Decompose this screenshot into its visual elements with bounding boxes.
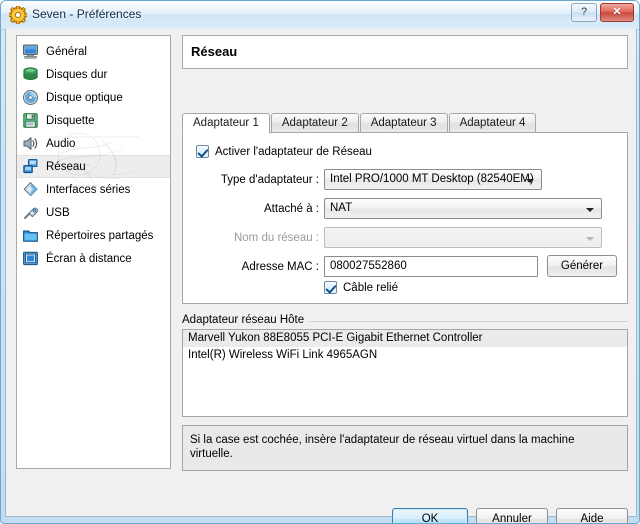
list-item[interactable]: Marvell Yukon 88E8055 PCI-E Gigabit Ethe…	[183, 330, 627, 347]
mac-address-input[interactable]: 080027552860	[324, 256, 538, 277]
chevron-down-icon	[526, 179, 534, 183]
network-name-combo	[324, 227, 602, 248]
adapter-1-panel: Activer l'adaptateur de Réseau Type d'ad…	[182, 132, 628, 304]
sidebar-item-label: Écran à distance	[46, 252, 132, 265]
sidebar-item-optical-disk[interactable]: Disque optique	[17, 86, 170, 109]
sidebar-item-usb[interactable]: USB	[17, 201, 170, 224]
cable-connected-checkbox[interactable]	[324, 281, 337, 294]
cancel-button[interactable]: Annuler	[476, 508, 548, 523]
sidebar-watermark-image	[49, 124, 141, 202]
preferences-window: Seven - Préférences ? ✕ Général Disques …	[0, 0, 640, 524]
sidebar-item-hard-disks[interactable]: Disques dur	[17, 63, 170, 86]
help-hint-box: Si la case est cochée, insère l'adaptate…	[182, 425, 628, 471]
help-hint-text: Si la case est cochée, insère l'adaptate…	[190, 434, 575, 460]
settings-category-list[interactable]: Général Disques dur Disque optique Disqu…	[16, 35, 171, 469]
enable-adapter-checkbox-row[interactable]: Activer l'adaptateur de Réseau	[196, 145, 372, 158]
list-item[interactable]: Intel(R) Wireless WiFi Link 4965AGN	[183, 347, 627, 364]
close-icon[interactable]: ✕	[600, 3, 634, 22]
enable-adapter-label: Activer l'adaptateur de Réseau	[215, 145, 372, 158]
cable-connected-checkbox-row[interactable]: Câble relié	[324, 281, 398, 294]
chevron-down-icon	[586, 208, 594, 212]
help-button[interactable]: Aide	[556, 508, 628, 523]
floppy-icon	[22, 112, 39, 129]
page-header-box: Réseau	[182, 35, 628, 69]
adapter-type-value: Intel PRO/1000 MT Desktop (82540EM)	[330, 173, 534, 185]
attached-to-label: Attaché à :	[264, 203, 319, 215]
adapter-type-combo[interactable]: Intel PRO/1000 MT Desktop (82540EM)	[324, 169, 542, 190]
sidebar-item-label: Répertoires partagés	[46, 229, 154, 242]
sidebar-item-label: Disque optique	[46, 91, 123, 104]
host-network-adapter-group: Adaptateur réseau Hôte Marvell Yukon 88E…	[182, 314, 628, 417]
sidebar-item-label: Général	[46, 45, 87, 58]
harddisk-icon	[22, 66, 39, 83]
host-adapter-group-legend: Adaptateur réseau Hôte	[182, 314, 310, 326]
tab-adapter-2[interactable]: Adaptateur 2	[270, 113, 359, 133]
sidebar-item-remote-display[interactable]: Écran à distance	[17, 247, 170, 270]
chevron-down-icon	[586, 237, 594, 241]
page-title: Réseau	[191, 44, 238, 59]
gear-icon	[8, 5, 28, 25]
generate-mac-button[interactable]: Générer	[547, 255, 617, 277]
window-title: Seven - Préférences	[32, 7, 142, 21]
host-adapter-list[interactable]: Marvell Yukon 88E8055 PCI-E Gigabit Ethe…	[182, 329, 628, 417]
title-bar: Seven - Préférences ? ✕	[1, 1, 639, 30]
serial-port-icon	[22, 181, 39, 198]
enable-adapter-checkbox[interactable]	[196, 145, 209, 158]
attached-to-combo[interactable]: NAT	[324, 198, 602, 219]
tab-adapter-4[interactable]: Adaptateur 4	[448, 113, 537, 133]
help-caption-button[interactable]: ?	[571, 3, 597, 22]
sidebar-item-shared-folders[interactable]: Répertoires partagés	[17, 224, 170, 247]
cd-icon	[22, 89, 39, 106]
sidebar-item-general[interactable]: Général	[17, 40, 170, 63]
tab-adapter-1[interactable]: Adaptateur 1	[182, 113, 270, 134]
dialog-client-area: Général Disques dur Disque optique Disqu…	[5, 29, 637, 523]
cable-connected-label: Câble relié	[343, 281, 398, 294]
folder-icon	[22, 227, 39, 244]
network-icon	[22, 158, 39, 175]
ok-button[interactable]: OK	[392, 508, 468, 523]
sidebar-item-label: USB	[46, 206, 70, 219]
speaker-icon	[22, 135, 39, 152]
adapter-type-label: Type d'adaptateur :	[220, 174, 319, 186]
network-name-label: Nom du réseau :	[233, 232, 319, 244]
remote-screen-icon	[22, 250, 39, 267]
tab-adapter-3[interactable]: Adaptateur 3	[359, 113, 448, 133]
usb-icon	[22, 204, 39, 221]
mac-address-label: Adresse MAC :	[241, 261, 319, 273]
adapter-tabs[interactable]: Adaptateur 1 Adaptateur 2 Adaptateur 3 A…	[182, 112, 628, 134]
monitor-icon	[22, 43, 39, 60]
sidebar-item-label: Disques dur	[46, 68, 108, 81]
attached-to-value: NAT	[330, 202, 353, 214]
